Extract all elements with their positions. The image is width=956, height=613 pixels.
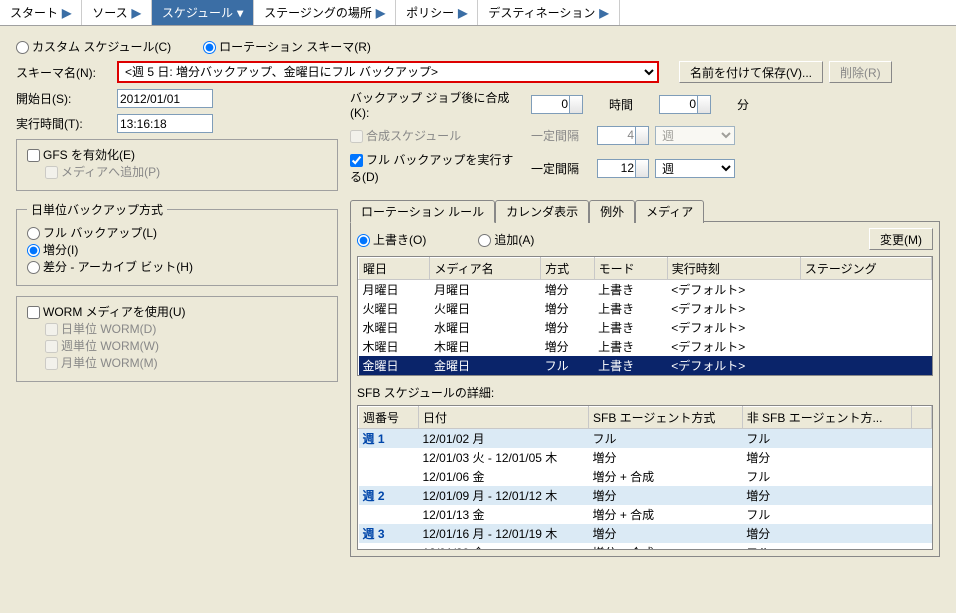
exec-time-label: 実行時間(T): [16, 115, 111, 132]
sfb-grid[interactable]: 週番号 日付 SFB エージェント方式 非 SFB エージェント方... 週 1… [357, 405, 933, 550]
fixed-interval-label-1: 一定間隔 [531, 127, 591, 144]
table-row[interactable]: 週 212/01/09 月 - 12/01/12 木増分増分 [359, 486, 932, 505]
wizard-step-staging[interactable]: ステージングの場所▶ [254, 0, 396, 25]
method-incremental-radio[interactable]: 増分(I) [27, 243, 78, 257]
exec-time-field[interactable] [117, 114, 213, 133]
col-media[interactable]: メディア名 [430, 258, 541, 280]
wizard-step-destination[interactable]: デスティネーション▶ [478, 0, 619, 25]
compose-unit-select: 週 [655, 126, 735, 145]
append-radio[interactable]: 追加(A) [478, 231, 534, 248]
chevron-down-icon: ▾ [237, 6, 243, 20]
gfs-group: GFS を有効化(E) メディアへ追加(P) [16, 139, 338, 191]
run-full-checkbox[interactable]: フル バックアップを実行する(D) [350, 151, 525, 185]
compose-interval-stepper: 4 [597, 126, 649, 145]
wizard-step-source[interactable]: ソース▶ [82, 0, 152, 25]
schema-name-label: スキーマ名(N): [16, 64, 111, 81]
full-unit-select[interactable]: 週 [655, 159, 735, 178]
tab-media[interactable]: メディア [635, 200, 704, 223]
method-differential-radio[interactable]: 差分 - アーカイブ ビット(H) [27, 260, 193, 274]
col-day[interactable]: 曜日 [359, 258, 430, 280]
col-type[interactable]: 方式 [541, 258, 595, 280]
delete-button: 削除(R) [829, 61, 892, 83]
fixed-interval-label-2: 一定間隔 [531, 160, 591, 177]
col-non-sfb-agent[interactable]: 非 SFB エージェント方... [742, 407, 911, 429]
worm-week-checkbox: 週単位 WORM(W) [45, 339, 159, 353]
table-row[interactable]: 週 112/01/02 月フルフル [359, 429, 932, 449]
worm-use-checkbox[interactable]: WORM メディアを使用(U) [27, 305, 185, 319]
overwrite-radio[interactable]: 上書き(O) [357, 231, 426, 248]
start-date-field[interactable] [117, 89, 213, 108]
change-button[interactable]: 変更(M) [869, 228, 933, 250]
table-row[interactable]: 月曜日月曜日増分上書き<デフォルト> [359, 280, 932, 300]
save-as-button[interactable]: 名前を付けて保存(V)... [679, 61, 823, 83]
sfb-title: SFB スケジュールの詳細: [357, 384, 933, 401]
tab-exception[interactable]: 例外 [589, 200, 635, 223]
tab-calendar[interactable]: カレンダ表示 [495, 200, 589, 223]
col-staging[interactable]: ステージング [800, 258, 931, 280]
gfs-enable-checkbox[interactable]: GFS を有効化(E) [27, 148, 135, 162]
chevron-right-icon: ▶ [376, 6, 385, 20]
schema-name-select[interactable]: <週 5 日: 増分バックアップ、金曜日にフル バックアップ> [117, 61, 659, 83]
worm-month-checkbox: 月単位 WORM(M) [45, 356, 158, 370]
compose-after-label: バックアップ ジョブ後に合成(K): [350, 89, 525, 120]
gfs-add-media-checkbox: メディアへ追加(P) [45, 165, 160, 179]
col-date[interactable]: 日付 [419, 407, 589, 429]
compose-hours-stepper[interactable]: 0 [531, 95, 583, 114]
inner-tabs: ローテーション ルール カレンダ表示 例外 メディア [350, 199, 940, 222]
wizard-nav: スタート▶ ソース▶ スケジュール▾ ステージングの場所▶ ポリシー▶ デスティ… [0, 0, 956, 26]
table-row[interactable]: 木曜日木曜日増分上書き<デフォルト> [359, 337, 932, 356]
col-spacer [912, 407, 932, 429]
col-time[interactable]: 実行時刻 [667, 258, 800, 280]
tab-rotation-rule[interactable]: ローテーション ルール [350, 200, 495, 223]
wizard-step-start[interactable]: スタート▶ [0, 0, 82, 25]
compose-schedule-checkbox: 合成スケジュール [350, 127, 525, 144]
rotation-schema-radio[interactable]: ローテーション スキーマ(R) [203, 38, 371, 55]
custom-schedule-radio[interactable]: カスタム スケジュール(C) [16, 38, 171, 55]
daily-method-group: 日単位バックアップ方式 フル バックアップ(L) 増分(I) 差分 - アーカイ… [16, 201, 338, 286]
start-date-label: 開始日(S): [16, 90, 111, 107]
rotation-grid[interactable]: 曜日 メディア名 方式 モード 実行時刻 ステージング 月曜日月曜日増分上書き<… [357, 256, 933, 376]
table-row[interactable]: 週 312/01/16 月 - 12/01/19 木増分増分 [359, 524, 932, 543]
method-full-radio[interactable]: フル バックアップ(L) [27, 226, 157, 240]
col-week[interactable]: 週番号 [359, 407, 419, 429]
col-sfb-agent[interactable]: SFB エージェント方式 [589, 407, 743, 429]
table-row[interactable]: 12/01/20 金増分 + 合成フル [359, 543, 932, 550]
hours-label: 時間 [609, 96, 633, 113]
table-row[interactable]: 火曜日火曜日増分上書き<デフォルト> [359, 299, 932, 318]
table-row[interactable]: 金曜日金曜日フル上書き<デフォルト> [359, 356, 932, 375]
table-row[interactable]: 12/01/13 金増分 + 合成フル [359, 505, 932, 524]
chevron-right-icon: ▶ [132, 6, 141, 20]
chevron-right-icon: ▶ [599, 6, 608, 20]
wizard-step-schedule[interactable]: スケジュール▾ [152, 0, 254, 25]
schedule-type-radios: カスタム スケジュール(C) ローテーション スキーマ(R) [16, 38, 940, 55]
table-row[interactable]: 12/01/03 火 - 12/01/05 木増分増分 [359, 448, 932, 467]
table-row[interactable]: 12/01/06 金増分 + 合成フル [359, 467, 932, 486]
chevron-right-icon: ▶ [458, 6, 467, 20]
daily-method-legend: 日単位バックアップ方式 [27, 201, 167, 218]
worm-day-checkbox: 日単位 WORM(D) [45, 322, 156, 336]
table-row[interactable]: 水曜日水曜日増分上書き<デフォルト> [359, 318, 932, 337]
chevron-right-icon: ▶ [62, 6, 71, 20]
col-mode[interactable]: モード [594, 258, 667, 280]
wizard-step-policy[interactable]: ポリシー▶ [396, 0, 478, 25]
minutes-label: 分 [737, 96, 749, 113]
full-interval-stepper[interactable]: 12 [597, 159, 649, 178]
compose-minutes-stepper[interactable]: 0 [659, 95, 711, 114]
worm-group: WORM メディアを使用(U) 日単位 WORM(D) 週単位 WORM(W) … [16, 296, 338, 382]
